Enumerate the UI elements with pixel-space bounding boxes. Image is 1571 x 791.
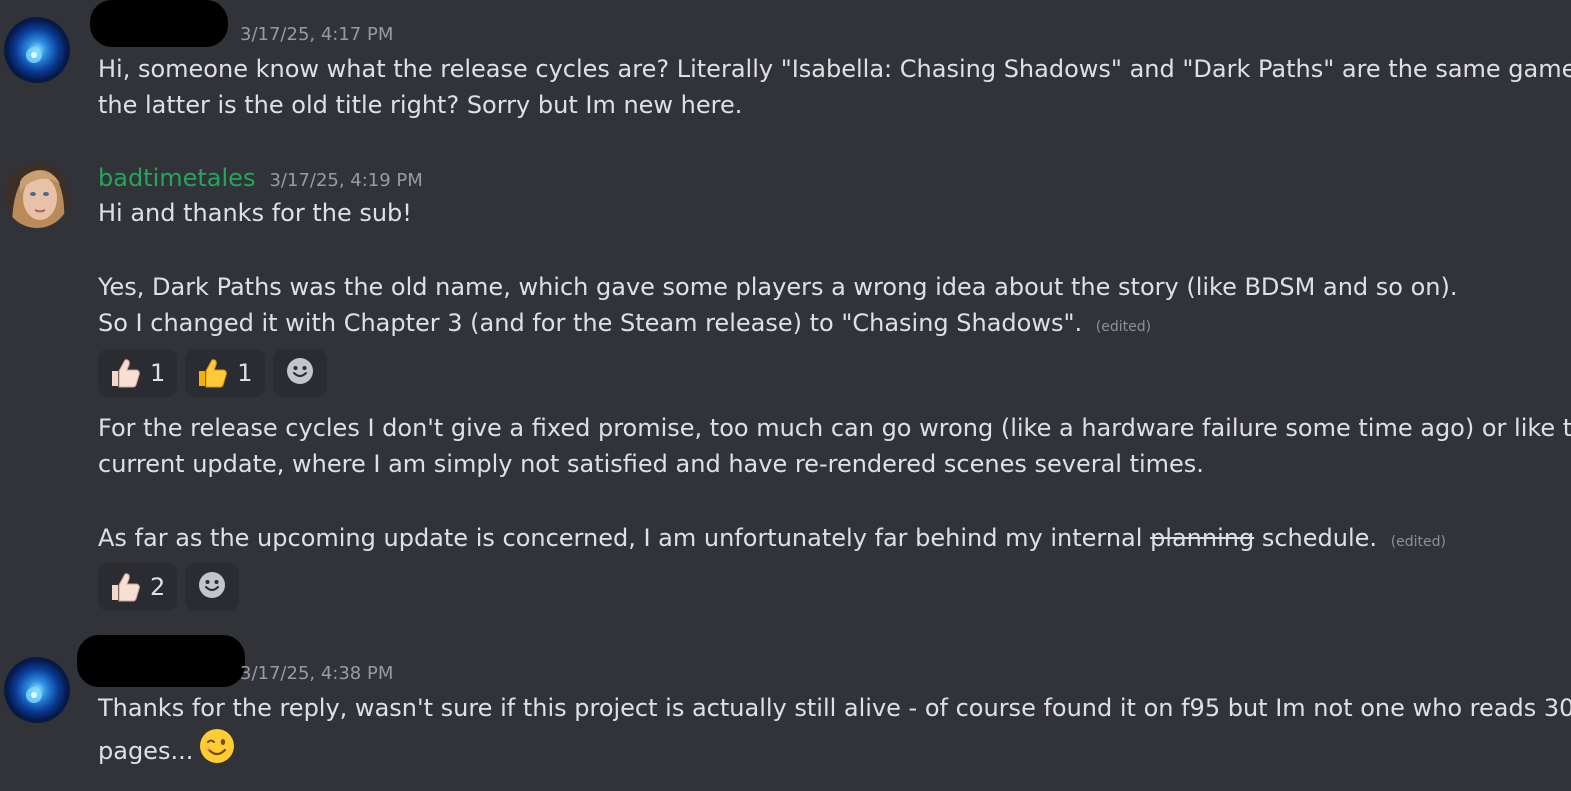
thumbs-up-light-skin-icon bbox=[108, 356, 142, 390]
add-reaction-button[interactable] bbox=[185, 563, 240, 611]
message-text: current update, where I am simply not sa… bbox=[98, 450, 1204, 478]
redacted-username bbox=[77, 635, 245, 687]
winking-face-icon bbox=[199, 728, 235, 774]
message-text-line: As far as the upcoming update is concern… bbox=[98, 520, 1446, 560]
message-timestamp[interactable]: 3/17/25, 4:19 PM bbox=[269, 170, 422, 191]
reaction-count: 1 bbox=[237, 359, 253, 387]
thumbs-up-icon bbox=[195, 356, 229, 390]
message-header: badtimetales 3/17/25, 4:19 PM bbox=[98, 164, 423, 192]
reaction-bar: 2 bbox=[98, 563, 240, 611]
thumbs-up-light-skin-icon bbox=[108, 570, 142, 604]
message-header: 3/17/25, 4:38 PM bbox=[240, 663, 393, 684]
add-reaction-button[interactable] bbox=[272, 349, 327, 397]
message-text: pages... bbox=[98, 737, 194, 765]
message-text: So I changed it with Chapter 3 (and for … bbox=[98, 309, 1083, 337]
user-avatar[interactable] bbox=[4, 162, 70, 228]
redacted-username bbox=[90, 0, 228, 47]
message-text: For the release cycles I don't give a fi… bbox=[98, 414, 1571, 442]
reaction-thumbs-up-light[interactable]: 2 bbox=[98, 563, 178, 611]
user-avatar[interactable] bbox=[4, 17, 70, 83]
user-avatar[interactable] bbox=[4, 657, 70, 723]
strikethrough-text: planning bbox=[1150, 524, 1255, 552]
message-text: the latter is the old title right? Sorry… bbox=[98, 91, 743, 119]
message-text-line: So I changed it with Chapter 3 (and for … bbox=[98, 305, 1151, 345]
reaction-thumbs-up[interactable]: 1 bbox=[185, 349, 265, 397]
message-text: schedule. bbox=[1261, 524, 1378, 552]
reaction-count: 1 bbox=[150, 359, 166, 387]
message-text: As far as the upcoming update is concern… bbox=[98, 524, 1143, 552]
smiley-face-icon bbox=[285, 356, 315, 390]
message-text: Hi and thanks for the sub! bbox=[98, 199, 412, 227]
message-timestamp[interactable]: 3/17/25, 4:17 PM bbox=[240, 24, 393, 45]
username[interactable]: badtimetales bbox=[98, 164, 255, 192]
smiley-face-icon bbox=[197, 570, 227, 604]
reaction-thumbs-up-light[interactable]: 1 bbox=[98, 349, 178, 397]
edited-label: (edited) bbox=[1390, 534, 1446, 550]
message-text: Yes, Dark Paths was the old name, which … bbox=[98, 273, 1458, 301]
reaction-count: 2 bbox=[150, 573, 166, 601]
message-text: Hi, someone know what the release cycles… bbox=[98, 55, 1571, 83]
message-header: 3/17/25, 4:17 PM bbox=[240, 24, 393, 45]
message-text: Thanks for the reply, wasn't sure if thi… bbox=[98, 694, 1571, 722]
reaction-bar: 1 1 bbox=[98, 349, 327, 397]
message-text-line: pages... bbox=[98, 728, 235, 774]
edited-label: (edited) bbox=[1095, 319, 1152, 335]
message-timestamp[interactable]: 3/17/25, 4:38 PM bbox=[240, 663, 393, 684]
